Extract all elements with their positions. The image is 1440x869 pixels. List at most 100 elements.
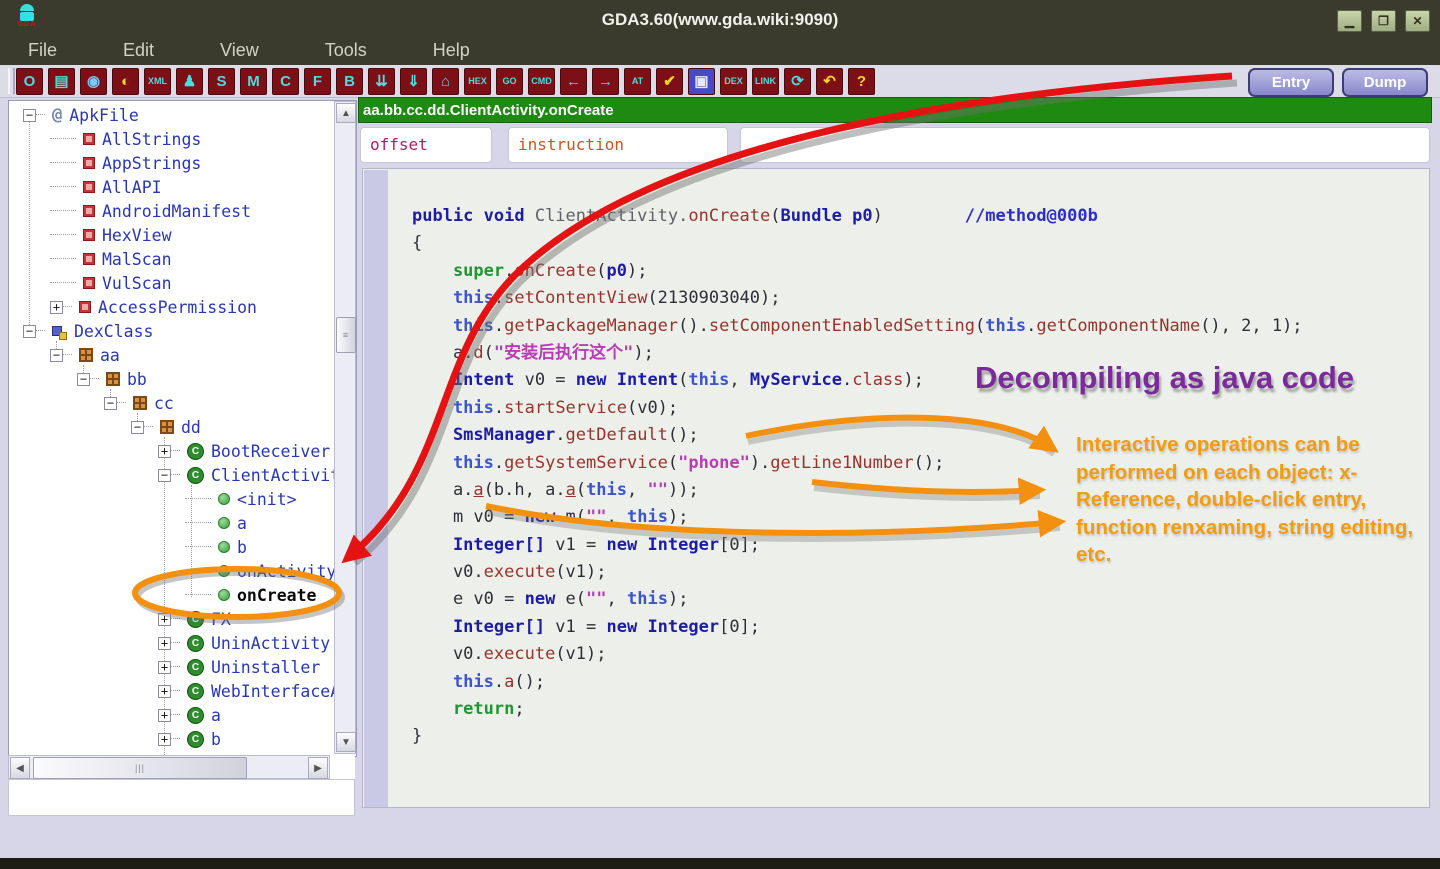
collapse-icon[interactable]: − bbox=[104, 397, 117, 410]
refresh-icon[interactable]: ⟳ bbox=[784, 68, 811, 95]
dump-button[interactable]: Dump bbox=[1342, 68, 1428, 97]
scroll-up-icon[interactable]: ▲ bbox=[336, 103, 356, 123]
xml-icon[interactable]: XML bbox=[144, 68, 171, 95]
go-icon[interactable]: GO bbox=[496, 68, 523, 95]
tree-item-b[interactable]: b bbox=[9, 535, 356, 559]
expand-icon[interactable]: + bbox=[158, 613, 171, 626]
code-line[interactable]: Integer[] v1 = new Integer[0]; bbox=[412, 614, 1303, 641]
bytes-icon[interactable]: B bbox=[336, 68, 363, 95]
bank-icon[interactable]: ⌂ bbox=[432, 68, 459, 95]
tree-item-VulScan[interactable]: VulScan bbox=[9, 271, 356, 295]
expand-icon[interactable]: + bbox=[158, 709, 171, 722]
classes-icon[interactable]: C bbox=[272, 68, 299, 95]
tree-item-Uninstaller[interactable]: +CUninstaller bbox=[9, 655, 356, 679]
code-line[interactable]: this.startService(v0); bbox=[412, 395, 1303, 422]
tree-item-cc[interactable]: −cc bbox=[9, 391, 356, 415]
tree-item-AndroidManifest[interactable]: AndroidManifest bbox=[9, 199, 356, 223]
tree-horizontal-scrollbar[interactable]: ◀ ||| ▶ bbox=[8, 755, 330, 779]
tree-item-ApkFile[interactable]: −@ApkFile bbox=[9, 103, 356, 127]
tree-item-a[interactable]: a bbox=[9, 511, 356, 535]
xref-link[interactable]: a bbox=[473, 480, 483, 500]
methods-icon[interactable]: M bbox=[240, 68, 267, 95]
tree-item-FX[interactable]: +CFX bbox=[9, 607, 356, 631]
instruction-column-header[interactable]: instruction bbox=[508, 127, 728, 163]
tree-item-onCreate[interactable]: onCreate bbox=[9, 583, 356, 607]
code-line[interactable]: this.a(); bbox=[412, 669, 1303, 696]
tree-item-HexView[interactable]: HexView bbox=[9, 223, 356, 247]
tree-item-b[interactable]: +Cb bbox=[9, 727, 356, 751]
tree-item-UninActivity[interactable]: +CUninActivity bbox=[9, 631, 356, 655]
scroll-right-icon[interactable]: ▶ bbox=[308, 757, 328, 779]
expand-icon[interactable]: + bbox=[158, 661, 171, 674]
save-icon[interactable]: ▤ bbox=[48, 68, 75, 95]
code-line[interactable]: public void ClientActivity.onCreate(Bund… bbox=[412, 203, 1303, 230]
fork-down-icon[interactable]: ⇊ bbox=[368, 68, 395, 95]
blank-column-header[interactable] bbox=[740, 127, 1430, 163]
merge-down-icon[interactable]: ⇓ bbox=[400, 68, 427, 95]
hex-icon[interactable]: HEX bbox=[464, 68, 491, 95]
code-line[interactable]: e v0 = new e("", this); bbox=[412, 586, 1303, 613]
tree-item-bb[interactable]: −bb bbox=[9, 367, 356, 391]
link-icon[interactable]: LINK bbox=[752, 68, 779, 95]
collapse-icon[interactable]: − bbox=[158, 469, 171, 482]
strings-icon[interactable]: S bbox=[208, 68, 235, 95]
tree-item-AppStrings[interactable]: AppStrings bbox=[9, 151, 356, 175]
forward-icon[interactable]: → bbox=[592, 68, 619, 95]
expand-icon[interactable]: + bbox=[158, 445, 171, 458]
tree-item-dd[interactable]: −dd bbox=[9, 415, 356, 439]
expand-icon[interactable]: + bbox=[50, 301, 63, 314]
menu-help[interactable]: Help bbox=[427, 38, 476, 63]
xref-link[interactable]: a bbox=[566, 480, 576, 500]
toolbar-gripper[interactable] bbox=[8, 68, 15, 94]
tree-vertical-scrollbar[interactable]: ▲ ≡ ▼ bbox=[334, 101, 356, 754]
collapse-icon[interactable]: − bbox=[23, 325, 36, 338]
tree-item-aa[interactable]: −aa bbox=[9, 343, 356, 367]
undo-icon[interactable]: ↶ bbox=[816, 68, 843, 95]
tree-item-MalScan[interactable]: MalScan bbox=[9, 247, 356, 271]
collapse-icon[interactable]: − bbox=[131, 421, 144, 434]
code-line[interactable]: this.setContentView(2130903040); bbox=[412, 285, 1303, 312]
open-icon[interactable]: O bbox=[16, 68, 43, 95]
tree-item-AllAPI[interactable]: AllAPI bbox=[9, 175, 356, 199]
code-line[interactable]: super.onCreate(p0); bbox=[412, 258, 1303, 285]
code-line[interactable]: } bbox=[412, 723, 1303, 750]
code-line[interactable]: v0.execute(v1); bbox=[412, 641, 1303, 668]
help-icon[interactable]: ? bbox=[848, 68, 875, 95]
scroll-down-icon[interactable]: ▼ bbox=[336, 732, 356, 752]
back-icon[interactable]: ← bbox=[560, 68, 587, 95]
tree-item-WebInterfaceActivity[interactable]: +CWebInterfaceActivity bbox=[9, 679, 356, 703]
code-line[interactable]: this.getPackageManager().setComponentEna… bbox=[412, 313, 1303, 340]
dex-icon[interactable]: DEX bbox=[720, 68, 747, 95]
tree-item-a[interactable]: +Ca bbox=[9, 703, 356, 727]
search-icon[interactable]: ◉ bbox=[80, 68, 107, 95]
menu-view[interactable]: View bbox=[214, 38, 265, 63]
scroll-left-icon[interactable]: ◀ bbox=[10, 757, 30, 779]
horizontal-scroll-thumb[interactable]: ||| bbox=[33, 757, 247, 779]
collapse-icon[interactable]: − bbox=[77, 373, 90, 386]
tree-item-AllStrings[interactable]: AllStrings bbox=[9, 127, 356, 151]
tree-item-onActivityResult[interactable]: onActivityResult bbox=[9, 559, 356, 583]
entry-button[interactable]: Entry bbox=[1248, 68, 1334, 97]
bookmark-icon[interactable]: ▣ bbox=[688, 68, 715, 95]
code-line[interactable]: { bbox=[412, 230, 1303, 257]
bytecode-icon[interactable]: ◐ bbox=[112, 68, 139, 95]
collapse-icon[interactable]: − bbox=[23, 109, 36, 122]
expand-icon[interactable]: + bbox=[158, 733, 171, 746]
check-icon[interactable]: ✔ bbox=[656, 68, 683, 95]
offset-column-header[interactable]: offset bbox=[360, 127, 492, 163]
tree-item-DexClass[interactable]: −DexClass bbox=[9, 319, 356, 343]
android-icon[interactable]: ♟ bbox=[176, 68, 203, 95]
expand-icon[interactable]: + bbox=[158, 637, 171, 650]
fields-icon[interactable]: F bbox=[304, 68, 331, 95]
cmd-icon[interactable]: CMD bbox=[528, 68, 555, 95]
menu-edit[interactable]: Edit bbox=[117, 38, 160, 63]
tree-item-ClientActivity[interactable]: −CClientActivity bbox=[9, 463, 356, 487]
at-icon[interactable]: AT bbox=[624, 68, 651, 95]
tree-item-BootReceiver[interactable]: +CBootReceiver bbox=[9, 439, 356, 463]
vertical-scroll-thumb[interactable]: ≡ bbox=[336, 317, 356, 353]
maximize-button[interactable]: ❒ bbox=[1371, 10, 1396, 32]
close-button[interactable]: ✕ bbox=[1405, 10, 1430, 32]
minimize-button[interactable]: ▁ bbox=[1337, 10, 1362, 32]
menu-tools[interactable]: Tools bbox=[319, 38, 373, 63]
menu-file[interactable]: File bbox=[22, 38, 63, 63]
